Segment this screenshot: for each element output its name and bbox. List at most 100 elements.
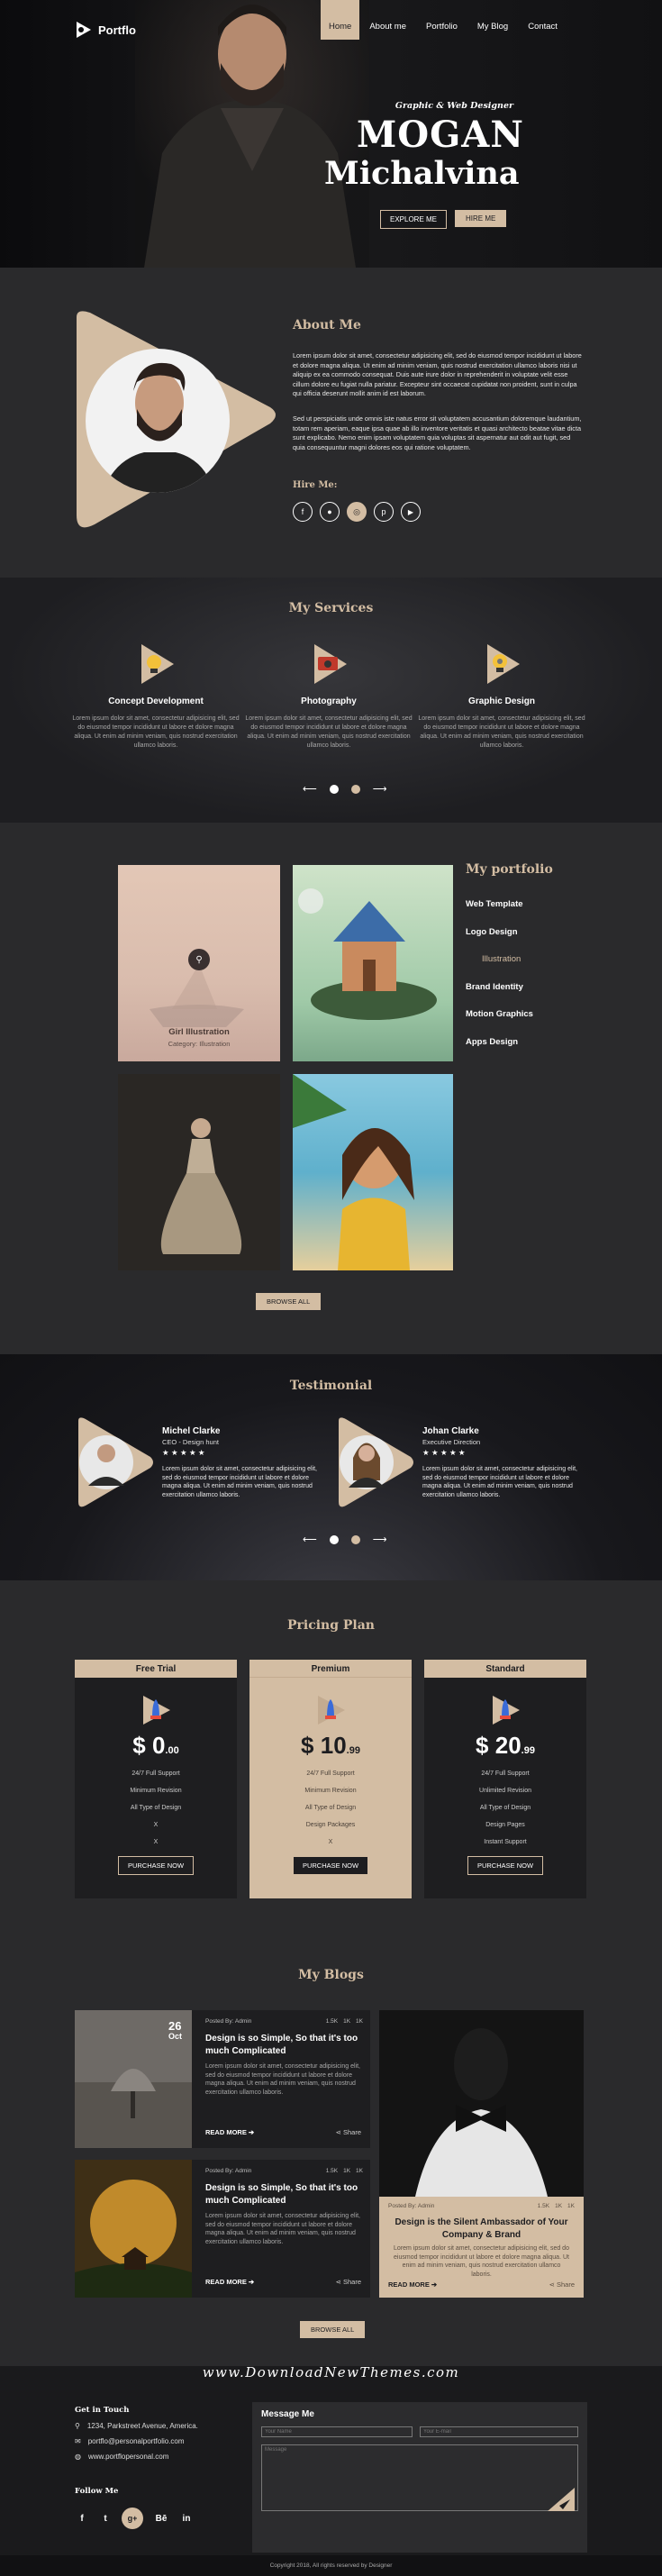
portfolio-browse-button[interactable]: BROWSE ALL <box>256 1293 322 1310</box>
email-input[interactable] <box>420 2426 578 2437</box>
blogs-browse-button[interactable]: BROWSE ALL <box>300 2321 366 2338</box>
slider-dot-active[interactable] <box>350 784 360 794</box>
hire-title: Hire Me: <box>293 480 338 490</box>
read-more-link[interactable]: READ MORE ➔ <box>205 2128 254 2136</box>
about-section: About Me Lorem ipsum dolor sit amet, con… <box>0 268 662 578</box>
email-text[interactable]: portflo@personalportfolio.com <box>88 2437 185 2445</box>
read-more-link[interactable]: READ MORE ➔ <box>388 2280 437 2289</box>
filter-motion-graphics[interactable]: Motion Graphics <box>466 1009 533 1037</box>
blog-meta: Posted By: Admin 1.5K 1K 1K <box>388 2203 575 2209</box>
envelope-icon: ✉ <box>75 2437 81 2445</box>
about-paragraph-2: Sed ut perspiciatis unde omnis iste natu… <box>293 414 582 451</box>
blog-comments: 1K <box>555 2203 563 2209</box>
testimonial-avatar-1 <box>78 1417 153 1507</box>
testimonial-name: Michel Clarke <box>162 1426 221 1436</box>
blog-post-title[interactable]: Design is so Simple, So that it's too mu… <box>205 2182 363 2207</box>
blog-post-2: Posted By: Admin 1.5K 1K 1K Design is so S… <box>75 2160 370 2298</box>
portfolio-item-house[interactable] <box>293 865 453 1061</box>
blog-shares: 1K <box>567 2203 575 2209</box>
plan-features: 24/7 Full Support Minimum Revision All T… <box>75 1765 237 1851</box>
dribbble-icon[interactable]: ◎ <box>347 502 367 522</box>
pinterest-icon[interactable]: p <box>374 502 394 522</box>
share-link[interactable]: ⋖ Share <box>336 2128 361 2136</box>
message-form: Message Me <box>252 2402 587 2553</box>
linkedin-icon[interactable]: in <box>179 2514 194 2524</box>
lightbulb-gear-icon <box>487 644 520 684</box>
beach-girl-image <box>293 1074 414 1270</box>
slider-next-button[interactable]: ⟶ <box>373 783 387 795</box>
plan-name: Premium <box>249 1660 412 1678</box>
link-icon[interactable]: ⚲ <box>188 949 210 970</box>
google-plus-icon[interactable]: g+ <box>122 2508 143 2529</box>
slider-dot[interactable] <box>329 784 339 794</box>
plan-price-cents: .99 <box>346 1745 360 1756</box>
upwork-icon[interactable]: ● <box>320 502 340 522</box>
portfolio-item-dress[interactable] <box>118 1074 280 1270</box>
purchase-button[interactable]: PURCHASE NOW <box>117 1856 195 1875</box>
read-more-link[interactable]: READ MORE ➔ <box>205 2278 254 2286</box>
youtube-icon[interactable]: ▶ <box>401 502 421 522</box>
plan-feature: 24/7 Full Support <box>131 1770 180 1777</box>
watermark-text: www.DownloadNewThemes.com <box>202 2364 460 2380</box>
nav-portfolio[interactable]: Portfolio <box>416 14 467 40</box>
slider-dot[interactable] <box>329 1534 339 1544</box>
lightbulb-icon <box>141 644 174 684</box>
service-card-concept: Concept Development Lorem ipsum dolor si… <box>70 642 241 751</box>
name-input[interactable] <box>261 2426 413 2437</box>
slider-prev-button[interactable]: ⟵ <box>303 783 317 795</box>
nav-about[interactable]: About me <box>359 14 416 40</box>
services-slider-nav: ⟵ ⟶ <box>303 783 387 795</box>
blog-post-title[interactable]: Design is the Silent Ambassador of Your … <box>392 2216 571 2241</box>
filter-web-template[interactable]: Web Template <box>466 899 533 927</box>
blog-likes: 1.5K <box>325 2168 339 2174</box>
plan-feature: 24/7 Full Support <box>481 1770 530 1777</box>
globe-icon: ◍ <box>75 2453 81 2461</box>
blog-comments: 1K <box>343 2018 351 2025</box>
slider-prev-button[interactable]: ⟵ <box>303 1534 317 1545</box>
floating-house-image <box>298 888 437 1020</box>
footer-social: f t g+ Bē in <box>75 2508 194 2529</box>
nav-contact[interactable]: Contact <box>518 14 567 40</box>
pricing-section: Pricing Plan Free Trial $ 0.00 24/7 Full… <box>0 1580 662 1946</box>
share-link[interactable]: ⋖ Share <box>336 2278 361 2286</box>
filter-brand-identity[interactable]: Brand Identity <box>466 982 533 1010</box>
slider-next-button[interactable]: ⟶ <box>373 1534 387 1545</box>
filter-logo-design[interactable]: Logo Design <box>466 927 533 955</box>
filter-illustration[interactable]: Illustration <box>466 954 533 982</box>
purchase-button[interactable]: PURCHASE NOW <box>467 1856 544 1875</box>
brand-logo[interactable]: Portflo <box>74 20 136 40</box>
share-label: Share <box>342 2278 361 2286</box>
facebook-icon[interactable]: f <box>75 2514 89 2524</box>
slider-dot-active[interactable] <box>350 1534 360 1544</box>
behance-icon[interactable]: Bē <box>152 2514 170 2524</box>
hire-button[interactable]: HIRE ME <box>455 210 507 227</box>
explore-button[interactable]: EXPLORE ME <box>380 210 448 229</box>
share-link[interactable]: ⋖ Share <box>549 2280 575 2289</box>
blog-post-image <box>75 2160 192 2298</box>
nav-home[interactable]: Home <box>321 0 360 40</box>
blog-post-title[interactable]: Design is so Simple, So that it's too mu… <box>205 2033 363 2057</box>
portfolio-item-girl-illustration[interactable]: ⚲ Girl Illustration Category: Illustrati… <box>118 865 280 1061</box>
send-button[interactable] <box>548 2488 575 2511</box>
testimonial-title: Testimonial <box>289 1379 373 1393</box>
purchase-button[interactable]: PURCHASE NOW <box>293 1857 368 1874</box>
freelancer-icon[interactable]: f <box>293 502 313 522</box>
blog-author: Posted By: Admin <box>205 2018 252 2025</box>
twitter-icon[interactable]: t <box>98 2514 113 2524</box>
about-paragraph-1: Lorem ipsum dolor sit amet, consectetur … <box>293 351 582 397</box>
blog-post-image <box>379 2010 584 2197</box>
pricing-card-premium: Premium $ 10.99 24/7 Full Support Minimu… <box>249 1660 412 1898</box>
plan-name: Free Trial <box>75 1660 237 1678</box>
blog-meta: Posted By: Admin 1.5K 1K 1K <box>205 2168 363 2174</box>
message-textarea[interactable] <box>261 2444 578 2511</box>
nav-blog[interactable]: My Blog <box>467 14 518 40</box>
plan-price-cents: .99 <box>521 1745 535 1756</box>
portfolio-item-beach-girl[interactable] <box>293 1074 453 1270</box>
blog-comments: 1K <box>343 2168 351 2174</box>
logo-mark-icon <box>77 22 91 38</box>
blog-post-1: 26 Oct Posted By: Admin 1.5K 1K 1K Design … <box>75 2010 370 2148</box>
website-text[interactable]: www.portflopersonal.com <box>88 2453 168 2461</box>
read-more-label: READ MORE <box>388 2280 430 2289</box>
filter-apps-design[interactable]: Apps Design <box>466 1037 533 1065</box>
testimonial-text: Lorem ipsum dolor sit amet, consectetur … <box>422 1466 577 1498</box>
